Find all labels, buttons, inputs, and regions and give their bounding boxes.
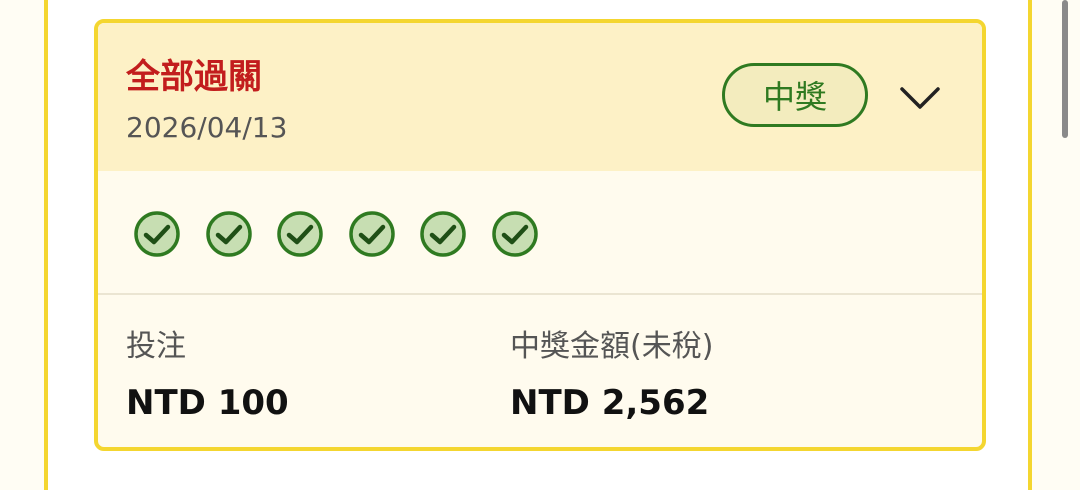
check-circle-icon — [134, 211, 180, 257]
bet-date: 2026/04/13 — [126, 111, 288, 144]
check-circle-icon — [420, 211, 466, 257]
check-circle-icon — [491, 211, 538, 257]
check-circle-icon — [205, 211, 252, 257]
bet-ticket-card: 全部過關 2026/04/13 中獎 投注 NTD 100 中獎金額(未稅) N… — [94, 19, 986, 451]
check-circle-icon — [277, 211, 323, 257]
stake-value: NTD 100 — [126, 383, 289, 423]
scrollbar[interactable] — [1062, 0, 1068, 138]
divider — [98, 293, 982, 295]
payout-value: NTD 2,562 — [510, 383, 710, 423]
chevron-down-icon[interactable] — [896, 77, 944, 117]
bet-type-title: 全部過關 — [126, 57, 262, 97]
payout-label: 中獎金額(未稅) — [510, 329, 714, 364]
selection-results — [132, 209, 540, 259]
stake-label: 投注 — [126, 329, 186, 364]
ticket-header[interactable]: 全部過關 2026/04/13 中獎 — [98, 23, 982, 171]
check-circle-icon — [348, 211, 395, 257]
status-badge: 中獎 — [722, 63, 868, 127]
